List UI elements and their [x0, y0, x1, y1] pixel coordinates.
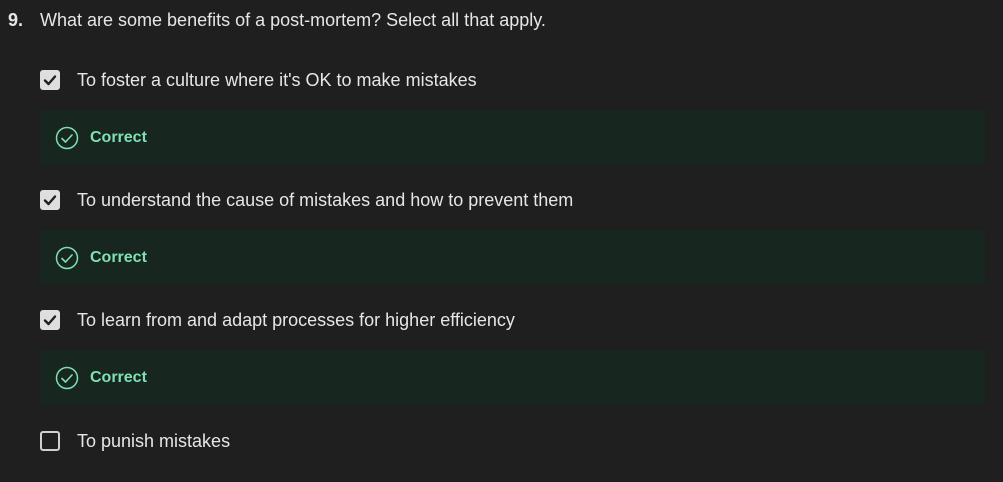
- answer-option-2[interactable]: To understand the cause of mistakes and …: [40, 188, 573, 212]
- answer-option-4[interactable]: To punish mistakes: [40, 429, 230, 453]
- answer-option-3[interactable]: To learn from and adapt processes for hi…: [40, 308, 515, 332]
- answer-option-label: To punish mistakes: [77, 430, 231, 451]
- checkbox-unchecked[interactable]: [40, 431, 60, 451]
- feedback-correct: Correct: [40, 110, 985, 165]
- question-header: 9. What are some benefits of a post-mort…: [8, 10, 546, 31]
- question-text: What are some benefits of a post-mortem?…: [40, 10, 546, 30]
- answer-option-label: To foster a culture where it's OK to mak…: [77, 69, 477, 90]
- answer-option-label: To understand the cause of mistakes and …: [77, 189, 574, 210]
- feedback-text: Correct: [90, 248, 147, 266]
- checkbox-checked[interactable]: [40, 70, 60, 90]
- answer-option-1[interactable]: To foster a culture where it's OK to mak…: [40, 68, 477, 92]
- feedback-text: Correct: [90, 128, 147, 146]
- checkmark-icon: [43, 195, 57, 206]
- question-number: 9.: [8, 10, 24, 30]
- feedback-text: Correct: [90, 368, 147, 386]
- checkbox-checked[interactable]: [40, 310, 60, 330]
- check-circle-icon: [55, 126, 79, 150]
- check-circle-icon: [55, 246, 79, 270]
- feedback-correct: Correct: [40, 350, 985, 405]
- checkmark-icon: [43, 315, 57, 326]
- checkmark-icon: [43, 75, 57, 86]
- feedback-correct: Correct: [40, 230, 985, 285]
- check-circle-icon: [55, 366, 79, 390]
- checkbox-checked[interactable]: [40, 190, 60, 210]
- answer-option-label: To learn from and adapt processes for hi…: [77, 309, 515, 330]
